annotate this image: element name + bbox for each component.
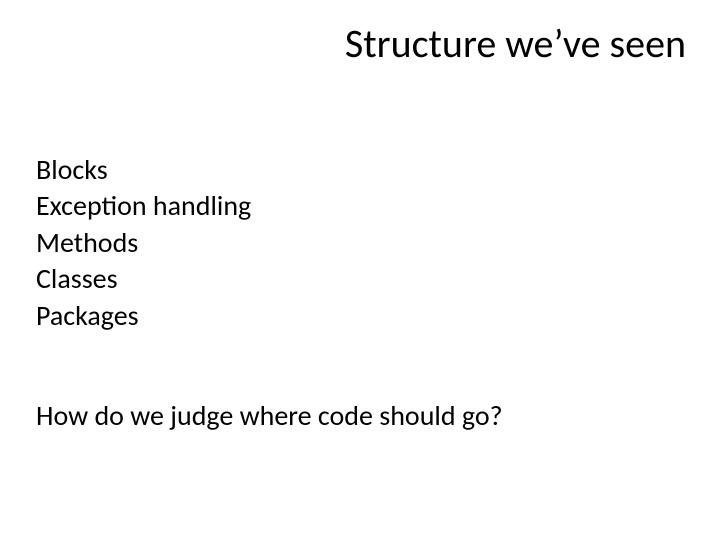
- question-text: How do we judge where code should go?: [36, 398, 503, 433]
- list-item: Packages: [36, 298, 251, 334]
- slide-title: Structure we’ve seen: [345, 22, 686, 66]
- slide: Structure we’ve seen Blocks Exception ha…: [0, 0, 720, 540]
- list-item: Classes: [36, 261, 251, 297]
- content-list: Blocks Exception handling Methods Classe…: [36, 152, 251, 334]
- list-item: Blocks: [36, 152, 251, 188]
- list-item: Methods: [36, 225, 251, 261]
- list-item: Exception handling: [36, 188, 251, 224]
